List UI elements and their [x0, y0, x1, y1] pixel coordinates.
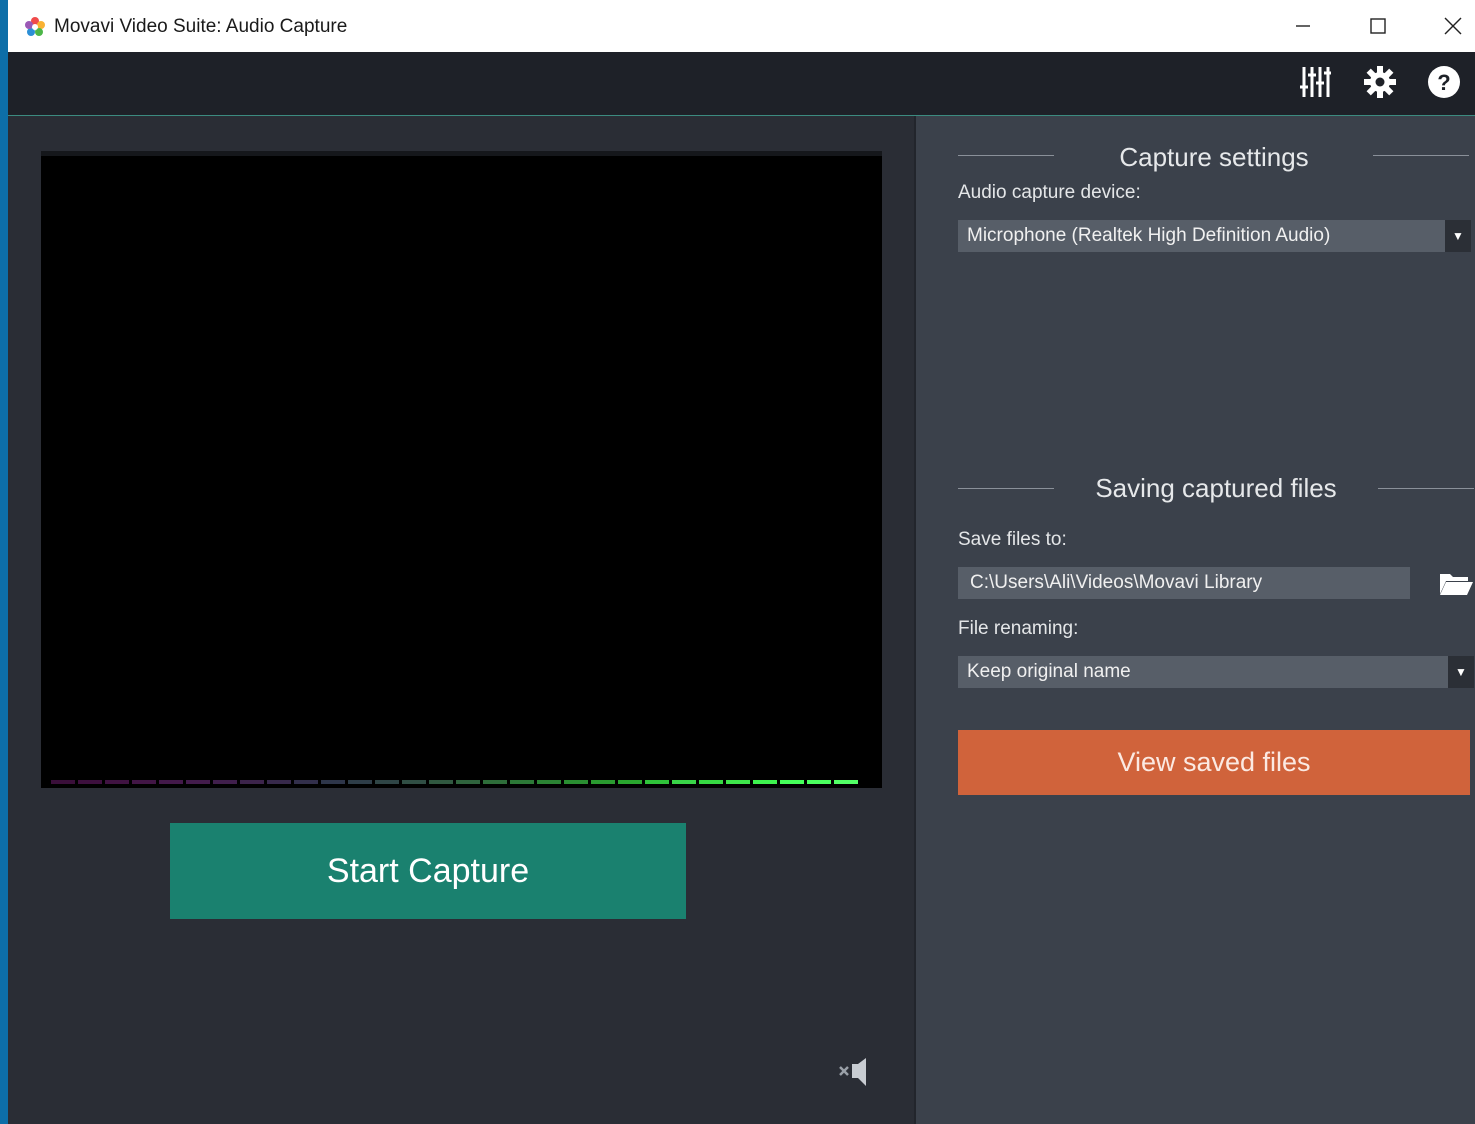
app-window: Movavi Video Suite: Audio Capture ? Star…: [8, 0, 1475, 1124]
level-meter-segment: [645, 780, 669, 784]
close-button[interactable]: [1423, 0, 1475, 52]
level-meter-segment: [294, 780, 318, 784]
chevron-down-icon: ▼: [1448, 656, 1474, 688]
top-toolbar: ?: [8, 52, 1475, 116]
start-capture-button[interactable]: Start Capture: [170, 823, 686, 919]
level-meter-segment: [402, 780, 426, 784]
settings-pane: Capture settings Audio capture device: M…: [914, 116, 1475, 1124]
view-saved-files-button[interactable]: View saved files: [958, 730, 1470, 795]
audio-device-value: Microphone (Realtek High Definition Audi…: [967, 225, 1331, 246]
file-renaming-select[interactable]: Keep original name ▼: [958, 656, 1474, 688]
file-renaming-label: File renaming:: [958, 618, 1079, 639]
level-meter-segment: [591, 780, 615, 784]
level-meter-segment: [564, 780, 588, 784]
level-meter-segment: [321, 780, 345, 784]
level-meter-segment: [618, 780, 642, 784]
section-divider: [1373, 155, 1469, 156]
maximize-icon: [1370, 18, 1386, 34]
title-bar: Movavi Video Suite: Audio Capture: [8, 0, 1475, 52]
svg-text:?: ?: [1437, 70, 1450, 95]
audio-preview: [41, 151, 882, 788]
capture-settings-title: Capture settings: [1119, 142, 1309, 172]
maximize-button[interactable]: [1348, 0, 1408, 52]
minimize-button[interactable]: [1273, 0, 1333, 52]
level-meter-segment: [186, 780, 210, 784]
level-meter-segment: [105, 780, 129, 784]
level-meter-segment: [51, 780, 75, 784]
level-meter-segment: [213, 780, 237, 784]
level-meter-segment: [699, 780, 723, 784]
settings-button[interactable]: [1360, 62, 1400, 102]
window-title: Movavi Video Suite: Audio Capture: [54, 16, 348, 37]
level-meter-segment: [348, 780, 372, 784]
level-meter-segment: [483, 780, 507, 784]
level-meter-segment: [672, 780, 696, 784]
minimize-icon: [1296, 25, 1310, 27]
file-renaming-value: Keep original name: [967, 661, 1131, 682]
level-meter-segment: [267, 780, 291, 784]
level-meter-segment: [78, 780, 102, 784]
level-meter-segment: [753, 780, 777, 784]
save-path-field[interactable]: C:\Users\Ali\Videos\Movavi Library: [958, 567, 1410, 599]
help-icon: ?: [1428, 66, 1460, 98]
gear-icon: [1364, 66, 1396, 98]
saving-files-title: Saving captured files: [1095, 473, 1337, 503]
folder-open-icon[interactable]: [1438, 568, 1474, 598]
level-meter-segment: [726, 780, 750, 784]
speaker-mute-icon[interactable]: [838, 1056, 878, 1090]
level-meter-segment: [537, 780, 561, 784]
movavi-logo-icon: [25, 17, 45, 36]
level-meter-segment: [834, 780, 858, 784]
level-meter-segment: [510, 780, 534, 784]
section-divider: [958, 155, 1054, 156]
section-divider: [958, 488, 1054, 489]
level-meter: [51, 780, 858, 784]
section-divider: [1378, 488, 1474, 489]
mixer-button[interactable]: [1295, 62, 1335, 102]
level-meter-segment: [429, 780, 453, 784]
preview-pane: Start Capture: [8, 116, 914, 1124]
audio-device-label: Audio capture device:: [958, 182, 1141, 203]
level-meter-segment: [807, 780, 831, 784]
level-meter-segment: [780, 780, 804, 784]
save-to-label: Save files to:: [958, 529, 1067, 550]
help-button[interactable]: ?: [1424, 62, 1464, 102]
sliders-icon: [1300, 67, 1331, 97]
audio-device-select[interactable]: Microphone (Realtek High Definition Audi…: [958, 220, 1471, 252]
level-meter-segment: [159, 780, 183, 784]
level-meter-segment: [240, 780, 264, 784]
level-meter-segment: [375, 780, 399, 784]
chevron-down-icon: ▼: [1445, 220, 1471, 252]
close-icon: [1444, 17, 1462, 35]
level-meter-segment: [132, 780, 156, 784]
level-meter-segment: [456, 780, 480, 784]
